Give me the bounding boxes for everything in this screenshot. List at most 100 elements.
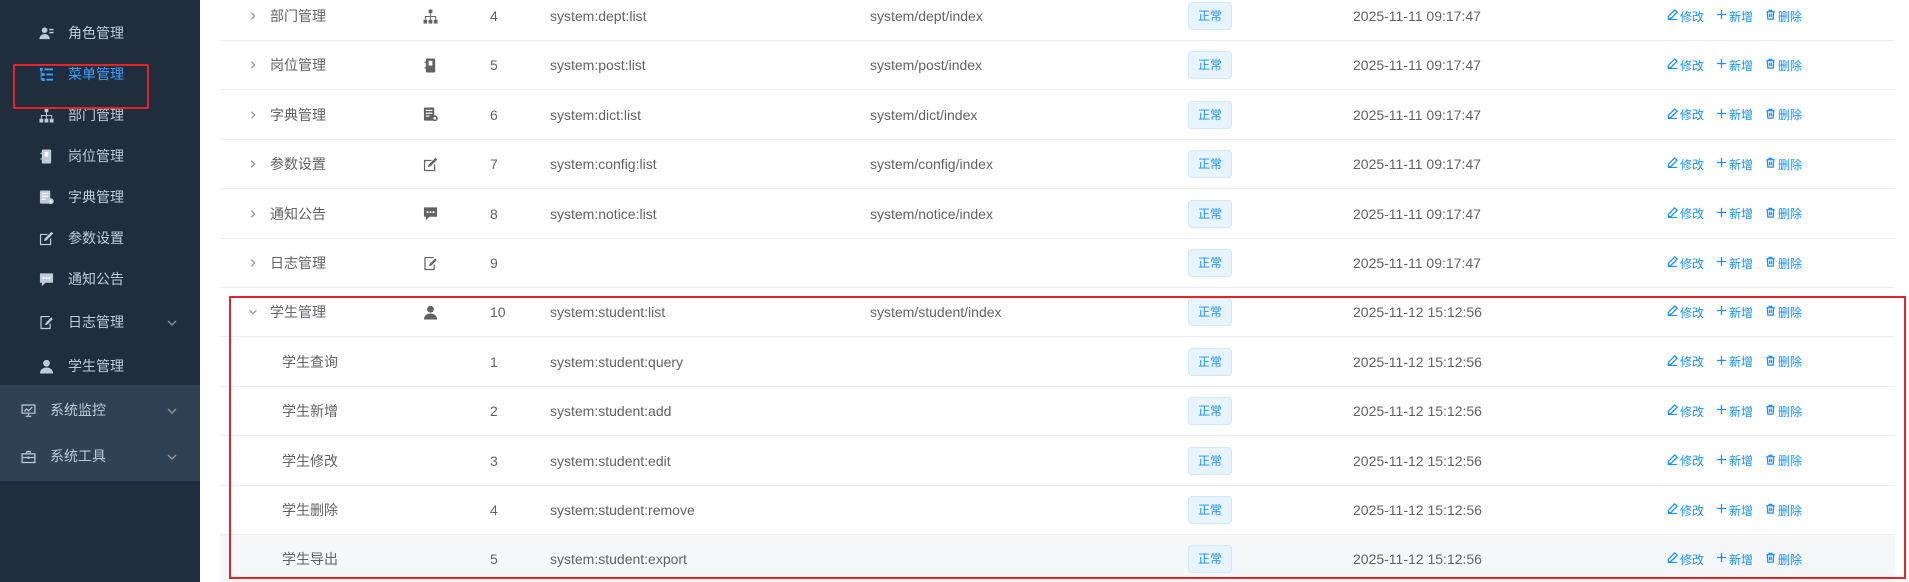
plus-icon [1716,58,1727,72]
add-button[interactable]: 新增 [1716,502,1753,519]
chevron-right-icon[interactable] [248,41,260,89]
sidebar-item-label: 日志管理 [68,314,124,330]
status-cell: 正常 [1188,190,1233,238]
plus-icon [1716,404,1727,418]
delete-button[interactable]: 删除 [1765,304,1802,321]
add-button[interactable]: 新增 [1716,551,1753,568]
plus-icon [1716,503,1727,517]
trash-icon [1765,552,1776,566]
delete-button[interactable]: 删除 [1765,57,1802,74]
edit-icon [1667,404,1678,418]
table-row[interactable]: 岗位管理 5 system:post:list system/post/index 正常… [220,41,1895,91]
delete-button[interactable]: 删除 [1765,205,1802,222]
edit-button[interactable]: 修改 [1667,156,1704,173]
edit-button[interactable]: 修改 [1667,353,1704,370]
add-button[interactable]: 新增 [1716,8,1753,25]
chevron-down-icon[interactable] [248,288,260,336]
add-button[interactable]: 新增 [1716,452,1753,469]
add-button[interactable]: 新增 [1716,403,1753,420]
message-icon [422,190,438,238]
edit-button[interactable]: 修改 [1667,304,1704,321]
edit-label: 修改 [1680,256,1705,271]
sidebar-item-9[interactable]: 系统监控 [0,385,200,435]
add-button[interactable]: 新增 [1716,156,1753,173]
edit-button[interactable]: 修改 [1667,106,1704,123]
create-time: 2025-11-12 15:12:56 [1353,304,1482,321]
edit-button[interactable]: 修改 [1667,205,1704,222]
add-label: 新增 [1729,108,1754,123]
add-button[interactable]: 新增 [1716,205,1753,222]
chevron-right-icon[interactable] [248,0,260,40]
add-button[interactable]: 新增 [1716,106,1753,123]
sidebar-item-7[interactable]: 日志管理 [0,297,200,347]
add-button[interactable]: 新增 [1716,57,1753,74]
menu-name: 学生新增 [282,403,338,420]
edit-icon [1667,552,1678,566]
sidebar-item-label: 字典管理 [68,189,124,205]
table-row[interactable]: 学生管理 10 system:student:list system/student/… [220,288,1895,338]
edit-button[interactable]: 修改 [1667,403,1704,420]
delete-label: 删除 [1778,552,1803,567]
chevron-down-icon[interactable] [166,450,178,462]
delete-button[interactable]: 删除 [1765,551,1802,568]
menu-name: 学生管理 [270,304,326,321]
add-label: 新增 [1729,256,1754,271]
table-row[interactable]: 字典管理 6 system:dict:list system/dict/index 正常… [220,91,1895,140]
table-row[interactable]: 学生导出 5 system:student:export 正常 2025-11-12 1… [220,535,1895,582]
table-row[interactable]: 通知公告 8 system:notice:list system/notice/ind… [220,190,1895,239]
chevron-right-icon[interactable] [248,140,260,188]
edit-button[interactable]: 修改 [1667,255,1704,272]
chevron-right-icon[interactable] [248,91,260,139]
delete-button[interactable]: 删除 [1765,106,1802,123]
add-label: 新增 [1729,305,1754,320]
edit-button[interactable]: 修改 [1667,57,1704,74]
edit-button[interactable]: 修改 [1667,502,1704,519]
delete-button[interactable]: 删除 [1765,353,1802,370]
table-row[interactable]: 学生查询 1 system:student:query 正常 2025-11-12 15… [220,338,1895,387]
menu-name: 字典管理 [270,106,326,123]
edit-button[interactable]: 修改 [1667,551,1704,568]
add-button[interactable]: 新增 [1716,353,1753,370]
delete-button[interactable]: 删除 [1765,255,1802,272]
order-num: 2 [490,403,498,420]
delete-button[interactable]: 删除 [1765,156,1802,173]
row-actions: 修改 新增 删除 [1667,486,1802,534]
add-button[interactable]: 新增 [1716,255,1753,272]
delete-label: 删除 [1778,9,1803,24]
delete-button[interactable]: 删除 [1765,8,1802,25]
row-actions: 修改 新增 删除 [1667,437,1802,485]
edit-label: 修改 [1680,9,1705,24]
menu-name: 通知公告 [270,205,326,222]
menu-name: 学生导出 [282,551,338,568]
plus-icon [1716,207,1727,221]
table-row[interactable]: 学生删除 4 system:student:remove 正常 2025-11-12 1… [220,486,1895,535]
chevron-right-icon[interactable] [248,190,260,238]
perm-code: system:dept:list [550,8,647,24]
table-row[interactable]: 部门管理 4 system:dept:list system/dept/index 正常… [220,0,1895,41]
table-row[interactable]: 日志管理 9 正常 2025-11-11 09:17:47 修改 新增 删除 [220,239,1895,288]
add-label: 新增 [1729,503,1754,518]
delete-button[interactable]: 删除 [1765,452,1802,469]
row-actions: 修改 新增 删除 [1667,288,1802,336]
chevron-down-icon[interactable] [166,316,178,328]
table-row[interactable]: 学生新增 2 system:student:add 正常 2025-11-12 15:1… [220,387,1895,437]
edit-button[interactable]: 修改 [1667,8,1704,25]
edit-button[interactable]: 修改 [1667,452,1704,469]
chevron-down-icon[interactable] [166,404,178,416]
sidebar-item-8[interactable]: 学生管理 [0,341,200,391]
chevron-right-icon[interactable] [248,239,260,287]
delete-button[interactable]: 删除 [1765,403,1802,420]
delete-button[interactable]: 删除 [1765,502,1802,519]
add-label: 新增 [1729,404,1754,419]
edit-icon [38,230,54,246]
sidebar-item-10[interactable]: 系统工具 [0,431,200,481]
perm-code: system:notice:list [550,205,657,222]
trash-icon [1765,404,1776,418]
edit-icon [1667,107,1678,122]
edit-icon [1667,256,1678,270]
edit-icon [422,140,438,188]
table-row[interactable]: 学生修改 3 system:student:edit 正常 2025-11-12 15:… [220,437,1895,486]
add-button[interactable]: 新增 [1716,304,1753,321]
table-row[interactable]: 参数设置 7 system:config:list system/config/ind… [220,140,1895,190]
menu-name: 学生查询 [282,353,338,370]
